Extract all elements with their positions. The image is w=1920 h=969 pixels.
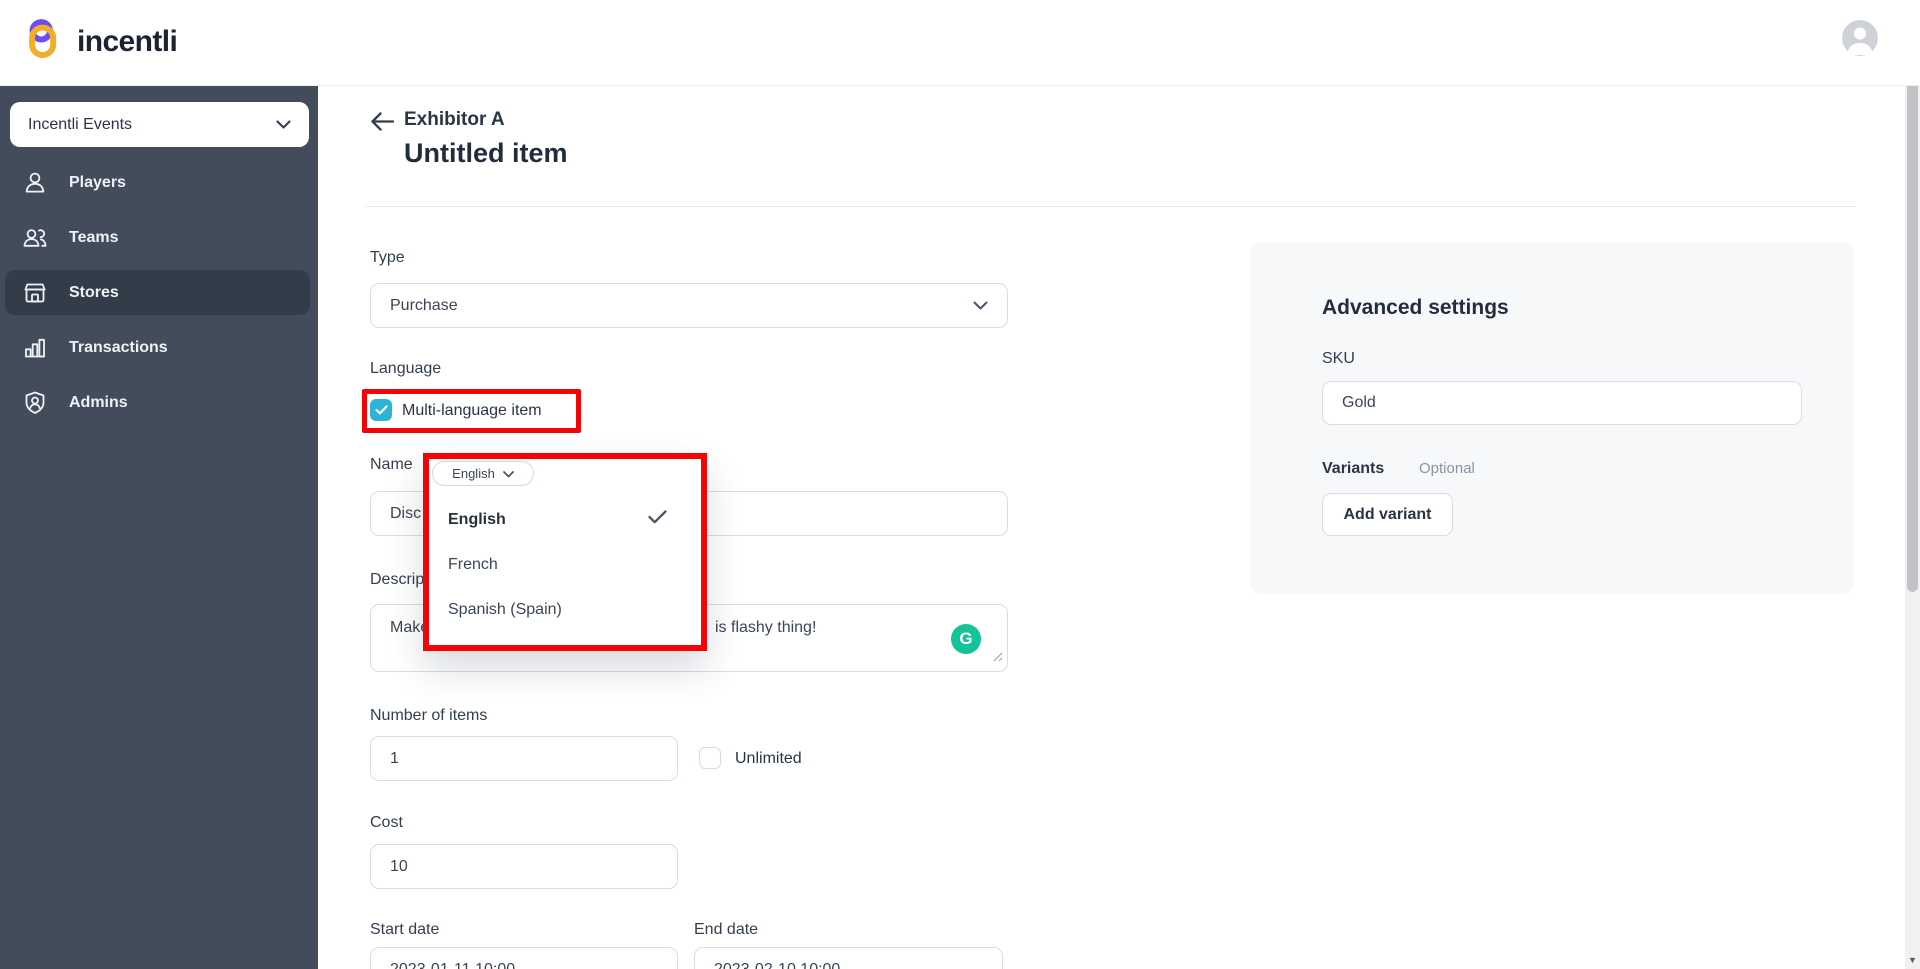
cost-value: 10 [390, 857, 408, 875]
chevron-down-icon [502, 466, 514, 481]
advanced-settings-panel: Advanced settings SKU Gold Variants Opti… [1251, 242, 1853, 594]
bar-chart-icon [22, 335, 48, 361]
name-language-chip-label: English [452, 466, 495, 481]
number-of-items-label: Number of items [370, 707, 488, 724]
end-date-label: End date [694, 921, 759, 938]
unlimited-checkbox-label: Unlimited [735, 750, 802, 767]
person-icon [22, 170, 48, 196]
check-icon [648, 510, 667, 529]
back-arrow-icon[interactable] [371, 112, 395, 136]
language-option-label: Spanish (Spain) [448, 600, 562, 618]
sidebar: Incentli Events Players Teams Stores Tra… [0, 86, 318, 969]
grammarly-icon[interactable]: G [951, 624, 981, 654]
end-date-value: 2023-02-10 10:00 [714, 960, 841, 969]
main-content: Exhibitor A Untitled item Type Purchase … [318, 86, 1905, 969]
sidebar-item-label: Players [69, 173, 126, 191]
chevron-down-icon [973, 297, 988, 315]
cost-input[interactable]: 10 [370, 844, 678, 889]
top-bar: incentli [0, 0, 1920, 86]
language-option-label: English [448, 510, 506, 528]
sku-value: Gold [1342, 394, 1376, 411]
brand-logo[interactable]: incentli [22, 15, 178, 68]
name-language-chip[interactable]: English [432, 461, 534, 486]
scrollbar-down-arrow-icon[interactable]: ▼ [1905, 952, 1920, 968]
type-label: Type [370, 249, 405, 266]
cost-label: Cost [370, 814, 403, 831]
sidebar-item-transactions[interactable]: Transactions [5, 325, 310, 370]
name-label: Name [370, 456, 413, 473]
sidebar-item-teams[interactable]: Teams [5, 215, 310, 260]
chevron-down-icon [276, 116, 291, 134]
language-option-english[interactable]: English [429, 497, 701, 542]
start-date-value: 2023-01-11 10:00 [390, 960, 516, 969]
unlimited-checkbox[interactable] [699, 747, 721, 769]
variants-optional-hint: Optional [1419, 460, 1475, 477]
add-variant-button-label: Add variant [1343, 505, 1432, 523]
workspace-selector-label: Incentli Events [28, 115, 133, 133]
resize-handle-icon[interactable] [993, 649, 1003, 667]
incentli-logo-icon [22, 15, 66, 68]
breadcrumb[interactable]: Exhibitor A [404, 109, 505, 131]
language-option-spanish[interactable]: Spanish (Spain) [429, 587, 701, 632]
sidebar-item-stores[interactable]: Stores [5, 270, 310, 315]
start-date-input[interactable]: 2023-01-11 10:00 [370, 947, 678, 969]
variants-label: Variants [1322, 460, 1385, 477]
store-icon [22, 280, 48, 306]
sidebar-item-admins[interactable]: Admins [5, 380, 310, 425]
sidebar-item-label: Transactions [69, 338, 168, 356]
workspace-selector[interactable]: Incentli Events [10, 102, 309, 147]
type-select[interactable]: Purchase [370, 283, 1008, 328]
advanced-settings-title: Advanced settings [1322, 296, 1509, 319]
shield-person-icon [22, 390, 48, 416]
start-date-label: Start date [370, 921, 440, 938]
sku-label: SKU [1322, 350, 1355, 367]
page-title: Untitled item [404, 138, 568, 168]
number-of-items-input[interactable]: 1 [370, 736, 678, 781]
add-variant-button[interactable]: Add variant [1322, 493, 1453, 536]
sidebar-item-players[interactable]: Players [5, 160, 310, 205]
sidebar-item-label: Teams [69, 228, 119, 246]
language-option-label: French [448, 555, 498, 573]
name-input-value: Disc [390, 504, 422, 522]
multi-language-checkbox-label: Multi-language item [402, 402, 542, 419]
brand-name: incentli [77, 24, 178, 58]
vertical-scrollbar[interactable]: ▲ ▼ [1905, 0, 1920, 969]
type-select-value: Purchase [390, 296, 458, 314]
header-divider [366, 206, 1856, 207]
sidebar-item-label: Stores [69, 283, 119, 301]
user-avatar[interactable] [1842, 20, 1878, 56]
language-label: Language [370, 360, 442, 377]
language-option-french[interactable]: French [429, 542, 701, 587]
description-value-end: is flashy thing! [715, 619, 817, 636]
app-window: incentli Incentli Events Players Teams S… [0, 0, 1920, 969]
sku-input[interactable]: Gold [1322, 381, 1802, 425]
people-icon [22, 225, 48, 251]
sidebar-item-label: Admins [69, 393, 128, 411]
end-date-input[interactable]: 2023-02-10 10:00 [694, 947, 1003, 969]
number-of-items-value: 1 [390, 749, 399, 767]
multi-language-checkbox[interactable] [370, 399, 392, 421]
scrollbar-thumb[interactable] [1907, 22, 1918, 592]
